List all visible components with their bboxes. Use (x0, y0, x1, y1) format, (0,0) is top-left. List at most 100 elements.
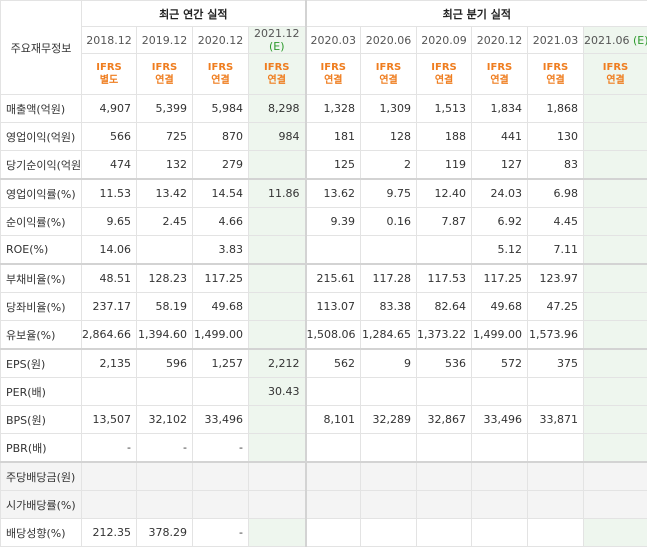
value-cell: 11.86 (249, 179, 306, 208)
value-cell: 8,298 (249, 95, 306, 123)
value-cell: 5,399 (137, 95, 193, 123)
value-cell (249, 293, 306, 321)
consolidation-type: 연결 (379, 75, 397, 86)
value-cell (193, 491, 249, 519)
value-cell: - (193, 519, 249, 547)
consolidation-type: 연결 (324, 75, 342, 86)
standard-name: IFRS (208, 62, 233, 73)
value-cell: 5.12 (472, 236, 528, 265)
value-cell (584, 123, 647, 151)
value-cell: 132 (137, 151, 193, 180)
value-cell: 870 (193, 123, 249, 151)
value-cell: 2.45 (137, 208, 193, 236)
value-cell: 9 (361, 349, 417, 378)
value-cell: 375 (528, 349, 584, 378)
value-cell (528, 378, 584, 406)
consolidation-type: 연결 (435, 75, 453, 86)
table-row: 순이익률(%)9.652.454.669.390.167.876.924.45 (1, 208, 647, 236)
standard-name: IFRS (96, 62, 121, 73)
row-label: 영업이익(억원) (1, 123, 82, 151)
value-cell (306, 462, 361, 491)
value-cell: 11.53 (82, 179, 137, 208)
table-row: 당기순이익(억원)474132279125211912783 (1, 151, 647, 180)
row-label: 영업이익률(%) (1, 179, 82, 208)
value-cell (417, 519, 472, 547)
value-cell: 9.65 (82, 208, 137, 236)
accounting-standard: IFRS연결 (193, 54, 249, 95)
value-cell (584, 179, 647, 208)
value-cell: 441 (472, 123, 528, 151)
consolidation-type: 연결 (155, 75, 173, 86)
value-cell (528, 519, 584, 547)
table-row: 주당배당금(원) (1, 462, 647, 491)
row-label: 시가배당률(%) (1, 491, 82, 519)
value-cell: 127 (472, 151, 528, 180)
value-cell: 83.38 (361, 293, 417, 321)
table-row: 유보율(%)2,864.661,394.601,499.001,508.061,… (1, 321, 647, 350)
value-cell (193, 378, 249, 406)
value-cell (249, 208, 306, 236)
value-cell (584, 434, 647, 463)
value-cell: 30.43 (249, 378, 306, 406)
value-cell: 7.87 (417, 208, 472, 236)
accounting-standard: IFRS연결 (361, 54, 417, 95)
value-cell: - (137, 434, 193, 463)
value-cell: 2,864.66 (82, 321, 137, 350)
standard-name: IFRS (152, 62, 177, 73)
value-cell: 5,984 (193, 95, 249, 123)
value-cell: 1,573.96 (528, 321, 584, 350)
value-cell (584, 236, 647, 265)
table-row: ROE(%)14.063.835.127.11 (1, 236, 647, 265)
value-cell: 572 (472, 349, 528, 378)
value-cell (472, 462, 528, 491)
value-cell: 188 (417, 123, 472, 151)
value-cell: 1,284.65 (361, 321, 417, 350)
value-cell (472, 434, 528, 463)
value-cell (528, 491, 584, 519)
value-cell: 1,499.00 (472, 321, 528, 350)
table-row: 시가배당률(%) (1, 491, 647, 519)
value-cell (584, 378, 647, 406)
value-cell (528, 462, 584, 491)
value-cell: 130 (528, 123, 584, 151)
value-cell: 2,135 (82, 349, 137, 378)
row-label: 배당성향(%) (1, 519, 82, 547)
value-cell: 13,507 (82, 406, 137, 434)
value-cell (528, 434, 584, 463)
value-cell: 562 (306, 349, 361, 378)
value-cell: - (82, 434, 137, 463)
value-cell (137, 378, 193, 406)
value-cell: 3.83 (193, 236, 249, 265)
period-header: 2020.12 (472, 27, 528, 54)
value-cell (584, 491, 647, 519)
value-cell (361, 236, 417, 265)
period-header: 2020.09 (417, 27, 472, 54)
value-cell: 49.68 (193, 293, 249, 321)
standard-name: IFRS (487, 62, 512, 73)
value-cell: 125 (306, 151, 361, 180)
value-cell (584, 519, 647, 547)
value-cell (417, 434, 472, 463)
value-cell: 4,907 (82, 95, 137, 123)
value-cell: 117.28 (361, 264, 417, 293)
value-cell: 128.23 (137, 264, 193, 293)
value-cell: 1,868 (528, 95, 584, 123)
value-cell: 32,867 (417, 406, 472, 434)
value-cell: 1,257 (193, 349, 249, 378)
period-label: 2020.12 (477, 34, 523, 47)
period-header: 2018.12 (82, 27, 137, 54)
value-cell: 2,212 (249, 349, 306, 378)
period-label: 2021.06 (584, 34, 630, 47)
period-label: 2021.12 (254, 27, 300, 40)
value-cell: 48.51 (82, 264, 137, 293)
value-cell: 1,309 (361, 95, 417, 123)
period-header: 2020.03 (306, 27, 361, 54)
accounting-standard: IFRS연결 (528, 54, 584, 95)
row-label: 당기순이익(억원) (1, 151, 82, 180)
value-cell (137, 236, 193, 265)
standard-name: IFRS (264, 62, 289, 73)
value-cell (249, 264, 306, 293)
value-cell: - (193, 434, 249, 463)
value-cell: 1,328 (306, 95, 361, 123)
value-cell: 0.16 (361, 208, 417, 236)
